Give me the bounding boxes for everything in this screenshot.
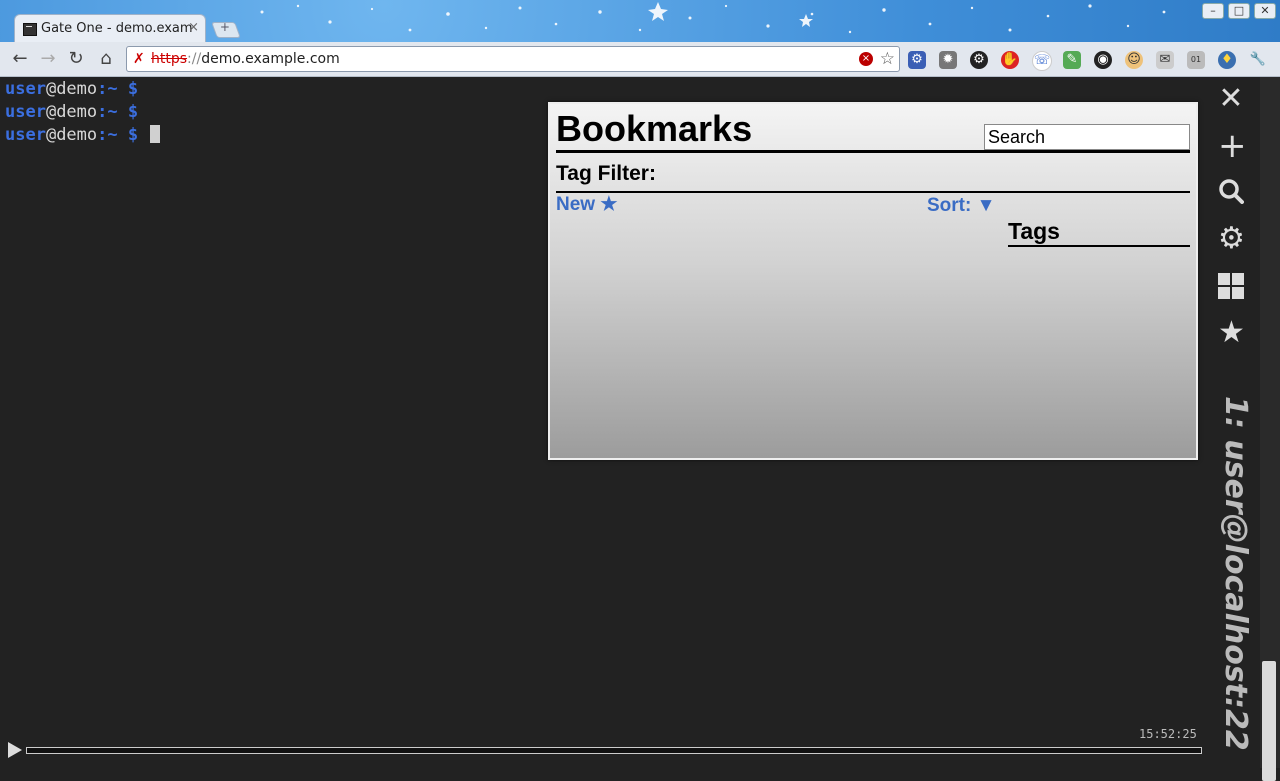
maximize-button[interactable]: □ — [1228, 3, 1250, 19]
prompt-host: @demo — [45, 79, 98, 99]
extension-binary-icon[interactable]: 01 — [1187, 51, 1205, 69]
tab-title: Gate One - demo.exam — [41, 21, 193, 36]
grid-icon[interactable] — [1218, 273, 1244, 299]
browser-tab[interactable]: Gate One - demo.exam × — [14, 14, 206, 42]
new-bookmark-link[interactable]: New ★ — [556, 193, 617, 216]
close-window-button[interactable]: ✕ — [1254, 3, 1276, 19]
playback-clock: 15:52:25 — [1139, 727, 1197, 741]
terminal-line: user@demo:~ $ — [5, 79, 138, 99]
home-icon[interactable]: ⌂ — [96, 49, 116, 69]
plus-icon[interactable]: + — [1218, 129, 1247, 163]
prompt-user: user — [5, 102, 46, 122]
bookmarks-panel: Bookmarks Tag Filter: New ★ Sort: ▼ Tags — [548, 102, 1198, 460]
divider — [556, 150, 1190, 153]
sort-toggle[interactable]: Sort: ▼ — [927, 195, 995, 217]
extension-settings-icon[interactable]: ⚙ — [970, 51, 988, 69]
browser-toolbar: ← → ↻ ⌂ ✗ https://demo.example.com × ☆ ⚙… — [0, 42, 1280, 77]
close-icon[interactable]: ✕ — [1218, 84, 1244, 114]
extension-evernote-icon[interactable]: ✎ — [1063, 51, 1081, 69]
star-icon[interactable]: ★ — [1218, 318, 1245, 348]
terminal-scrollbar[interactable] — [1260, 77, 1280, 781]
terminal-line: user@demo:~ $ — [5, 125, 161, 145]
divider — [1008, 245, 1190, 247]
bookmarks-title: Bookmarks — [556, 108, 753, 149]
extension-gear-icon[interactable]: ⚙ — [908, 51, 926, 69]
tag-filter-label: Tag Filter: — [556, 162, 656, 185]
extension-face-icon[interactable]: ☺ — [1125, 51, 1143, 69]
address-bar[interactable]: ✗ https://demo.example.com × ☆ — [126, 46, 900, 72]
prompt-user: user — [5, 79, 46, 99]
wrench-icon[interactable]: 🔧 — [1249, 51, 1267, 69]
extension-mail-icon[interactable]: ✉ — [1156, 51, 1174, 69]
prompt-user: user — [5, 125, 46, 145]
prompt-path: :~ $ — [97, 79, 139, 99]
divider — [556, 191, 1190, 193]
prompt-host: @demo — [45, 125, 98, 145]
terminal-icon — [23, 23, 37, 36]
insecure-lock-icon: ✗ — [133, 51, 145, 67]
terminal-title-vertical: 1: user@localhost:22 — [1218, 396, 1253, 751]
tab-close-icon[interactable]: × — [188, 20, 199, 35]
terminal-cursor — [150, 125, 161, 143]
playback-progress-bar[interactable] — [26, 747, 1202, 754]
url-protocol: https — [151, 51, 188, 67]
url-text: https://demo.example.com — [151, 51, 340, 67]
bookmarks-search-input[interactable] — [984, 124, 1190, 150]
minimize-button[interactable]: – — [1202, 3, 1224, 19]
new-tab-button[interactable]: + — [211, 20, 241, 38]
play-icon[interactable] — [8, 742, 22, 758]
extension-python-icon[interactable]: ♦ — [1218, 51, 1236, 69]
prompt-path: :~ $ — [97, 125, 139, 145]
extension-chat-icon[interactable]: ☏ — [1032, 51, 1052, 71]
search-icon[interactable] — [1218, 178, 1244, 204]
prompt-host: @demo — [45, 102, 98, 122]
bookmark-star-icon[interactable]: ☆ — [880, 49, 895, 69]
extension-color-wheel-icon[interactable]: ◉ — [1094, 51, 1112, 69]
scrollbar-thumb[interactable] — [1262, 661, 1276, 781]
url-separator: :// — [187, 51, 202, 67]
prompt-path: :~ $ — [97, 102, 139, 122]
plus-icon: + — [219, 20, 230, 34]
window-titlebar: Gate One - demo.exam × + – □ ✕ — [0, 0, 1280, 42]
reload-icon[interactable]: ↻ — [66, 49, 86, 69]
terminal-line: user@demo:~ $ — [5, 102, 138, 122]
url-host: demo.example.com — [201, 51, 340, 67]
gear-icon[interactable]: ⚙ — [1218, 224, 1245, 254]
tags-heading: Tags — [1008, 218, 1060, 244]
stop-icon[interactable]: × — [859, 52, 873, 66]
extension-stop-hand-icon[interactable]: ✋ — [1001, 51, 1019, 69]
forward-icon[interactable]: → — [38, 49, 58, 69]
back-icon[interactable]: ← — [10, 49, 30, 69]
extension-cog-icon[interactable]: ✹ — [939, 51, 957, 69]
